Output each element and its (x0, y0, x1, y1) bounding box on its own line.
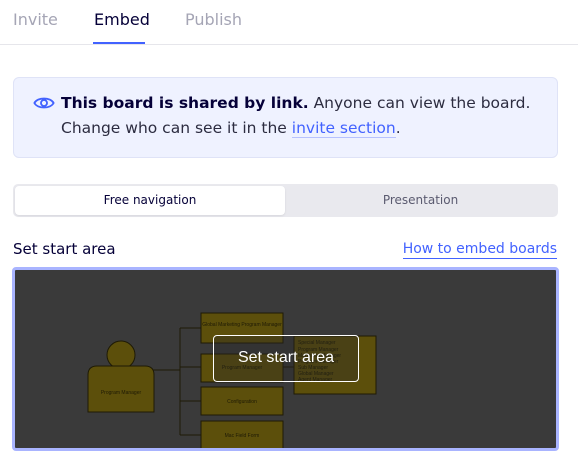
branch-node-label: Mac Field Form (225, 433, 260, 439)
active-tab-indicator (93, 42, 145, 44)
person-head-icon (106, 340, 136, 370)
share-info-text: This board is shared by link. Anyone can… (61, 91, 551, 141)
person-body-icon (87, 365, 155, 413)
central-node-label: Program Manager (101, 390, 142, 396)
start-area-title: Set start area (13, 240, 116, 258)
tab-embed[interactable]: Embed (94, 10, 150, 29)
board-preview[interactable]: Program Manager Global Marketing Program… (12, 267, 559, 451)
eye-icon (33, 97, 55, 109)
share-info-period: . (395, 119, 401, 137)
how-to-embed-link[interactable]: How to embed boards (402, 241, 557, 259)
set-start-area-button[interactable]: Set start area (213, 335, 359, 382)
share-info-bold: This board is shared by link. (61, 94, 309, 112)
branch-node-label: Global Marketing Program Manager (202, 322, 282, 328)
free-navigation-option[interactable]: Free navigation (15, 186, 285, 215)
tab-invite[interactable]: Invite (13, 10, 58, 29)
branch-node-label: Configuration (227, 399, 257, 405)
tab-publish[interactable]: Publish (185, 10, 242, 29)
invite-section-link[interactable]: invite section (291, 119, 396, 138)
presentation-option[interactable]: Presentation (285, 186, 556, 215)
share-info-banner: This board is shared by link. Anyone can… (13, 77, 558, 158)
share-tabs: Invite Embed Publish (0, 0, 578, 45)
navigation-mode-toggle: Free navigation Presentation (13, 184, 558, 217)
